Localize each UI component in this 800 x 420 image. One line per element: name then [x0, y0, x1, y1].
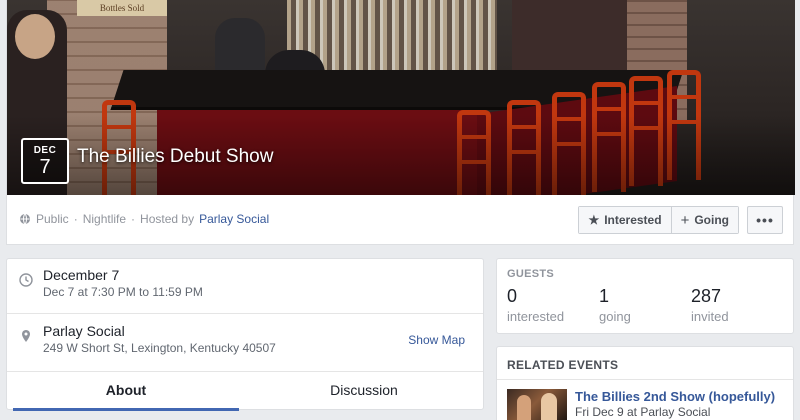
- related-event-thumbnail[interactable]: [507, 389, 567, 420]
- event-meta: Public · Nightlife · Hosted by Parlay So…: [19, 212, 269, 226]
- cover-sign: Bottles Sold: [77, 0, 167, 16]
- event-date: December 7: [43, 267, 120, 283]
- tab-about[interactable]: About: [7, 372, 245, 411]
- related-heading: RELATED EVENTS: [507, 358, 619, 372]
- stat-going[interactable]: 1 going: [599, 286, 691, 324]
- date-row: December 7 Dec 7 at 7:30 PM to 11:59 PM: [7, 267, 483, 299]
- related-event-title[interactable]: The Billies 2nd Show (hopefully): [575, 389, 775, 404]
- stat-invited[interactable]: 287 invited: [691, 286, 783, 324]
- privacy-label: Public: [36, 212, 69, 226]
- stat-interested[interactable]: 0 interested: [507, 286, 599, 324]
- guests-heading: GUESTS: [507, 268, 555, 280]
- rsvp-button-group: ★ Interested + Going: [578, 206, 739, 234]
- show-map-link[interactable]: Show Map: [408, 333, 465, 347]
- plus-icon: +: [680, 211, 690, 229]
- going-button[interactable]: + Going: [670, 207, 738, 233]
- related-events-card: RELATED EVENTS The Billies 2nd Show (hop…: [496, 346, 794, 420]
- related-event-details: Fri Dec 9 at Parlay Social: [575, 405, 711, 419]
- cover-photo[interactable]: Bottles Sold DEC 7 The Billies Debut Sho…: [7, 0, 795, 195]
- interested-button[interactable]: ★ Interested: [579, 207, 671, 233]
- event-title: The Billies Debut Show: [77, 146, 274, 167]
- map-pin-icon: [22, 330, 30, 342]
- globe-icon: [20, 213, 30, 225]
- guest-stats: 0 interested 1 going 287 invited: [497, 286, 793, 324]
- event-tabs: About Discussion: [7, 371, 483, 411]
- date-month: DEC: [33, 145, 57, 156]
- guests-card: GUESTS 0 interested 1 going 287 invited: [496, 258, 794, 334]
- event-header-card: Bottles Sold DEC 7 The Billies Debut Sho…: [6, 0, 795, 245]
- more-options-button[interactable]: •••: [747, 206, 783, 234]
- date-day: 7: [39, 156, 51, 178]
- hosted-by-label: Hosted by: [140, 212, 195, 226]
- event-actions: ★ Interested + Going •••: [578, 206, 783, 234]
- related-event-item[interactable]: The Billies 2nd Show (hopefully) Fri Dec…: [507, 389, 775, 420]
- event-details-card: December 7 Dec 7 at 7:30 PM to 11:59 PM …: [6, 258, 484, 411]
- event-date-badge: DEC 7: [21, 138, 69, 184]
- host-link[interactable]: Parlay Social: [199, 212, 269, 226]
- tab-discussion[interactable]: Discussion: [245, 372, 483, 411]
- star-icon: ★: [588, 213, 600, 227]
- clock-icon: [19, 273, 33, 287]
- event-time: Dec 7 at 7:30 PM to 11:59 PM: [43, 285, 203, 299]
- category-label: Nightlife: [82, 212, 127, 226]
